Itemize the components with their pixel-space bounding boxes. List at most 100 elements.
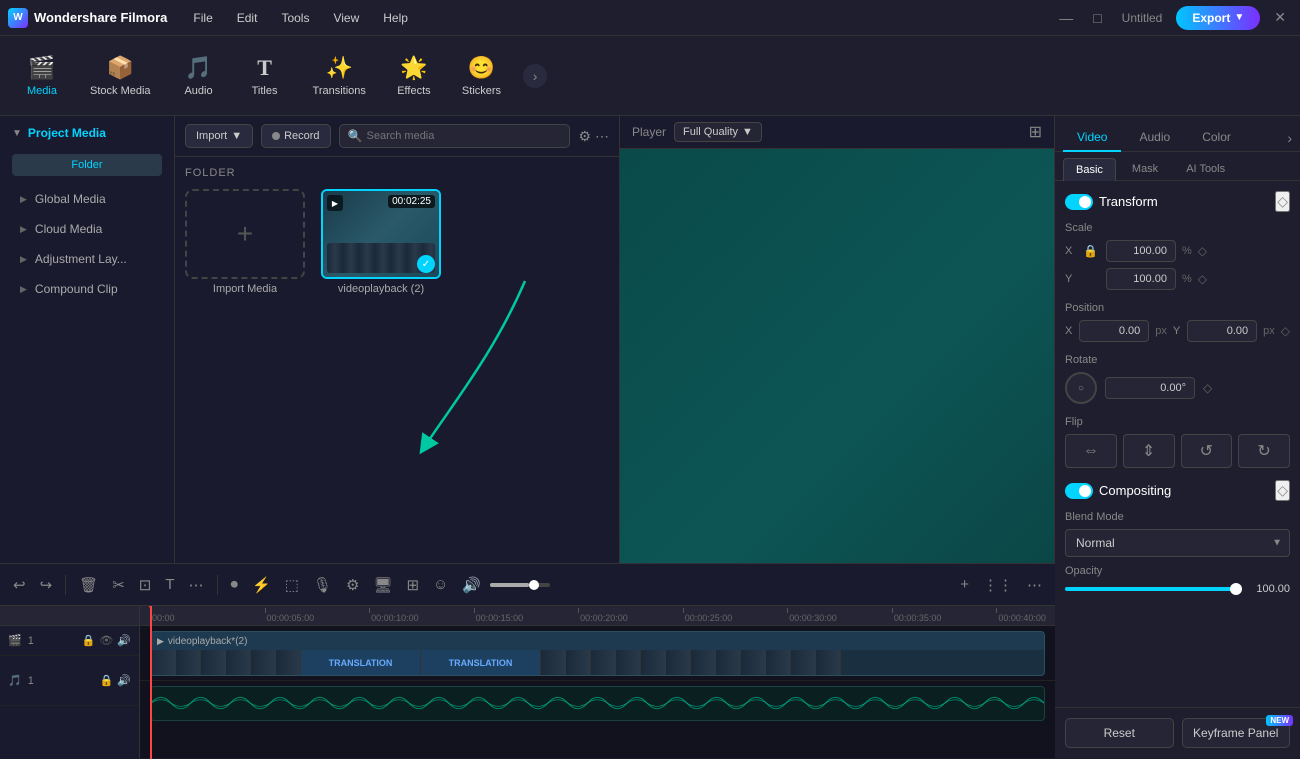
- subtab-mask[interactable]: Mask: [1120, 158, 1170, 180]
- sidebar-item-compound-clip[interactable]: ▶ Compound Clip: [0, 274, 174, 304]
- opacity-input[interactable]: [1250, 583, 1290, 595]
- transform-reset-button[interactable]: ◇: [1275, 191, 1290, 212]
- scale-x-input[interactable]: [1106, 240, 1176, 262]
- tl-text-button[interactable]: T: [160, 573, 179, 596]
- video-thumbnail[interactable]: 00:02:25 ▶ ✓: [321, 189, 441, 279]
- position-reset-button[interactable]: ◇: [1281, 324, 1290, 338]
- menu-edit[interactable]: Edit: [227, 7, 268, 29]
- track-audio-button[interactable]: 🔊: [117, 634, 131, 647]
- compositing-toggle[interactable]: [1065, 483, 1093, 499]
- toolbar-titles[interactable]: T Titles: [235, 49, 295, 103]
- tl-crop-button[interactable]: ⬚: [280, 573, 304, 597]
- toolbar-stickers[interactable]: 😊 Stickers: [450, 49, 513, 103]
- window-close-icon[interactable]: ✕: [1268, 7, 1292, 28]
- preview-fullscreen-button[interactable]: ⊞: [1029, 122, 1042, 142]
- toolbar-effects[interactable]: 🌟 Effects: [384, 49, 444, 103]
- waveform-svg: [151, 687, 1044, 720]
- toolbar-media[interactable]: 🎬 Media: [12, 49, 72, 103]
- search-input[interactable]: [367, 130, 562, 142]
- reset-button[interactable]: Reset: [1065, 718, 1174, 748]
- tl-cut-button[interactable]: ✂: [107, 573, 130, 597]
- import-button[interactable]: Import ▼: [185, 124, 253, 148]
- tl-volume-icon[interactable]: 🔊: [457, 573, 486, 597]
- rotate-group: Rotate ○ ◇: [1065, 354, 1290, 404]
- menu-view[interactable]: View: [323, 7, 369, 29]
- rotate-dial[interactable]: ○: [1065, 372, 1097, 404]
- tl-undo-button[interactable]: ↩: [8, 573, 31, 597]
- menu-file[interactable]: File: [183, 7, 222, 29]
- playhead[interactable]: [150, 606, 152, 759]
- tl-more-button[interactable]: ⋯: [184, 573, 209, 597]
- flip-horizontal-button[interactable]: ⇔: [1065, 434, 1117, 468]
- tl-mark-in-button[interactable]: ⏺: [226, 573, 244, 596]
- export-button[interactable]: Export ▼: [1176, 6, 1260, 30]
- rotate-cw-button[interactable]: ↻: [1238, 434, 1290, 468]
- more-options-button[interactable]: ⋯: [595, 128, 609, 145]
- scale-x-reset-button[interactable]: ◇: [1198, 244, 1207, 258]
- position-y-input[interactable]: [1187, 320, 1257, 342]
- compositing-reset-button[interactable]: ◇: [1275, 480, 1290, 501]
- tab-video[interactable]: Video: [1063, 124, 1121, 152]
- sidebar-header[interactable]: ▼ Project Media: [0, 116, 174, 150]
- audio-waveform[interactable]: [150, 686, 1045, 721]
- tl-audio-button[interactable]: 🎙: [308, 573, 337, 597]
- volume-slider[interactable]: [490, 583, 550, 587]
- tl-grid-button[interactable]: ⋮⋮: [978, 573, 1018, 597]
- menu-help[interactable]: Help: [373, 7, 418, 29]
- toolbar-stock-media[interactable]: 📦 Stock Media: [78, 49, 163, 103]
- tabs-expand-button[interactable]: ›: [1287, 130, 1292, 146]
- toolbar-expand-button[interactable]: ›: [523, 64, 547, 88]
- scale-y-input[interactable]: [1106, 268, 1176, 290]
- video-clip[interactable]: ▶ videoplayback*(2) TRANSLATION TRANSLAT…: [150, 631, 1045, 676]
- blend-mode-select[interactable]: Normal Multiply Screen Overlay: [1065, 529, 1290, 557]
- tl-speed-button[interactable]: ⚡: [247, 573, 276, 597]
- tl-settings-button[interactable]: ⋯: [1022, 573, 1047, 597]
- filter-button[interactable]: ⚙: [578, 128, 591, 145]
- lock-icon: 🔒: [1083, 244, 1098, 258]
- tab-audio[interactable]: Audio: [1125, 124, 1184, 151]
- tl-ai-button[interactable]: ⚙: [341, 573, 364, 597]
- scale-y-reset-button[interactable]: ◇: [1198, 272, 1207, 286]
- track-eye-button[interactable]: 👁: [99, 634, 113, 647]
- rotate-ccw-button[interactable]: ↺: [1181, 434, 1233, 468]
- tl-redo-button[interactable]: ↪: [35, 573, 58, 597]
- expand-arrow-icon: ▶: [20, 224, 27, 235]
- position-x-input[interactable]: [1079, 320, 1149, 342]
- tl-emotion-button[interactable]: ☺: [428, 573, 453, 596]
- toolbar-transitions[interactable]: ✨ Transitions: [301, 49, 378, 103]
- toolbar-audio[interactable]: 🎵 Audio: [169, 49, 229, 103]
- subtab-basic[interactable]: Basic: [1063, 158, 1116, 181]
- rotate-input[interactable]: [1105, 377, 1195, 399]
- clip-header: ▶ videoplayback*(2): [151, 632, 1044, 650]
- sidebar-item-adjustment-layer[interactable]: ▶ Adjustment Lay...: [0, 244, 174, 274]
- tl-screen-record-button[interactable]: 🖥: [368, 573, 397, 597]
- tl-split-button[interactable]: ⊞: [401, 573, 424, 597]
- tl-add-button[interactable]: +: [955, 573, 974, 596]
- window-maximize-icon[interactable]: □: [1087, 8, 1107, 28]
- tl-trim-button[interactable]: ⊡: [134, 573, 157, 597]
- tl-delete-button[interactable]: 🗑: [74, 573, 103, 597]
- rotate-reset-button[interactable]: ◇: [1203, 381, 1212, 395]
- flip-vertical-button[interactable]: ⇕: [1123, 434, 1175, 468]
- toolbar-transitions-label: Transitions: [313, 85, 366, 97]
- folder-button[interactable]: Folder: [12, 154, 162, 176]
- window-minimize-icon[interactable]: —: [1053, 8, 1079, 28]
- audio-volume-button[interactable]: 🔊: [117, 674, 131, 687]
- transform-toggle[interactable]: [1065, 194, 1093, 210]
- record-button[interactable]: Record: [261, 124, 330, 148]
- sidebar-item-global-media[interactable]: ▶ Global Media: [0, 184, 174, 214]
- tl-volume-control: 🔊: [457, 573, 550, 597]
- quality-select[interactable]: Full Quality ▼: [674, 122, 762, 142]
- import-card[interactable]: +: [185, 189, 305, 279]
- keyframe-panel-button[interactable]: Keyframe Panel NEW: [1182, 718, 1291, 748]
- sidebar-item-cloud-media[interactable]: ▶ Cloud Media: [0, 214, 174, 244]
- audio-lock-button[interactable]: 🔒: [100, 674, 114, 687]
- folder-label: FOLDER: [185, 167, 609, 179]
- opacity-slider[interactable]: [1065, 587, 1242, 591]
- track-lock-button[interactable]: 🔒: [82, 634, 96, 647]
- record-label: Record: [284, 130, 319, 142]
- tab-color[interactable]: Color: [1188, 124, 1245, 151]
- clip-thumb-2: [201, 650, 251, 675]
- subtab-ai-tools[interactable]: AI Tools: [1174, 158, 1237, 180]
- menu-tools[interactable]: Tools: [271, 7, 319, 29]
